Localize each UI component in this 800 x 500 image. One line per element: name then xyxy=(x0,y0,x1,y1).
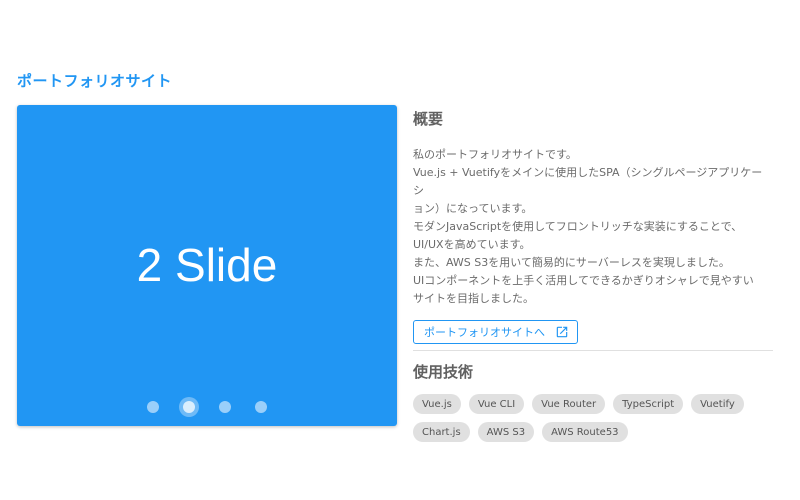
tech-chip: Vue.js xyxy=(413,394,461,414)
tech-chip: TypeScript xyxy=(613,394,684,414)
description-line: また、AWS S3を用いて簡易的にサーバーレスを実現しました。 xyxy=(413,256,730,269)
overview-description: 私のポートフォリオサイトです。 Vue.js + Vuetifyをメインに使用し… xyxy=(413,146,773,308)
tech-chip: Vue Router xyxy=(532,394,606,414)
carousel[interactable]: 2 Slide xyxy=(17,105,397,426)
tech-chip: AWS S3 xyxy=(477,422,535,442)
slide-text: 2 Slide xyxy=(136,239,278,291)
carousel-dot-2-active[interactable] xyxy=(171,395,207,419)
description-line: サイトを目指しました。 xyxy=(413,292,534,305)
carousel-delimiters xyxy=(17,395,397,419)
description-line: UI/UXを高めています。 xyxy=(413,238,531,251)
description-line: Vue.js + Vuetifyをメインに使用したSPA（シングルページアプリケ… xyxy=(413,166,763,197)
description-line: UIコンポーネントを上手く活用してできるかぎりオシャレで見やすい xyxy=(413,274,754,287)
portfolio-link-label: ポートフォリオサイトへ xyxy=(424,326,545,339)
portfolio-link-button[interactable]: ポートフォリオサイトへ xyxy=(413,320,578,344)
carousel-dot-1[interactable] xyxy=(135,395,171,419)
description-line: ョン）になっています。 xyxy=(413,202,533,215)
description-line: 私のポートフォリオサイトです。 xyxy=(413,148,577,161)
page-title: ポートフォリオサイト xyxy=(17,72,173,90)
section-divider xyxy=(413,350,773,351)
tech-chip: Vue CLI xyxy=(468,394,525,414)
carousel-dot-3[interactable] xyxy=(207,395,243,419)
overview-heading: 概要 xyxy=(413,110,444,128)
tech-heading: 使用技術 xyxy=(413,363,474,381)
tech-chip: Chart.js xyxy=(413,422,470,442)
project-info: 概要 私のポートフォリオサイトです。 Vue.js + Vuetifyをメインに… xyxy=(413,105,773,442)
tech-chip: Vuetify xyxy=(691,394,744,414)
tech-chip: AWS Route53 xyxy=(542,422,628,442)
carousel-dot-4[interactable] xyxy=(243,395,279,419)
description-line: モダンJavaScriptを使用してフロントリッチな実装にすることで、 xyxy=(413,220,743,233)
tech-chip-list: Vue.js Vue CLI Vue Router TypeScript Vue… xyxy=(413,394,773,442)
open-in-new-icon xyxy=(555,325,569,339)
